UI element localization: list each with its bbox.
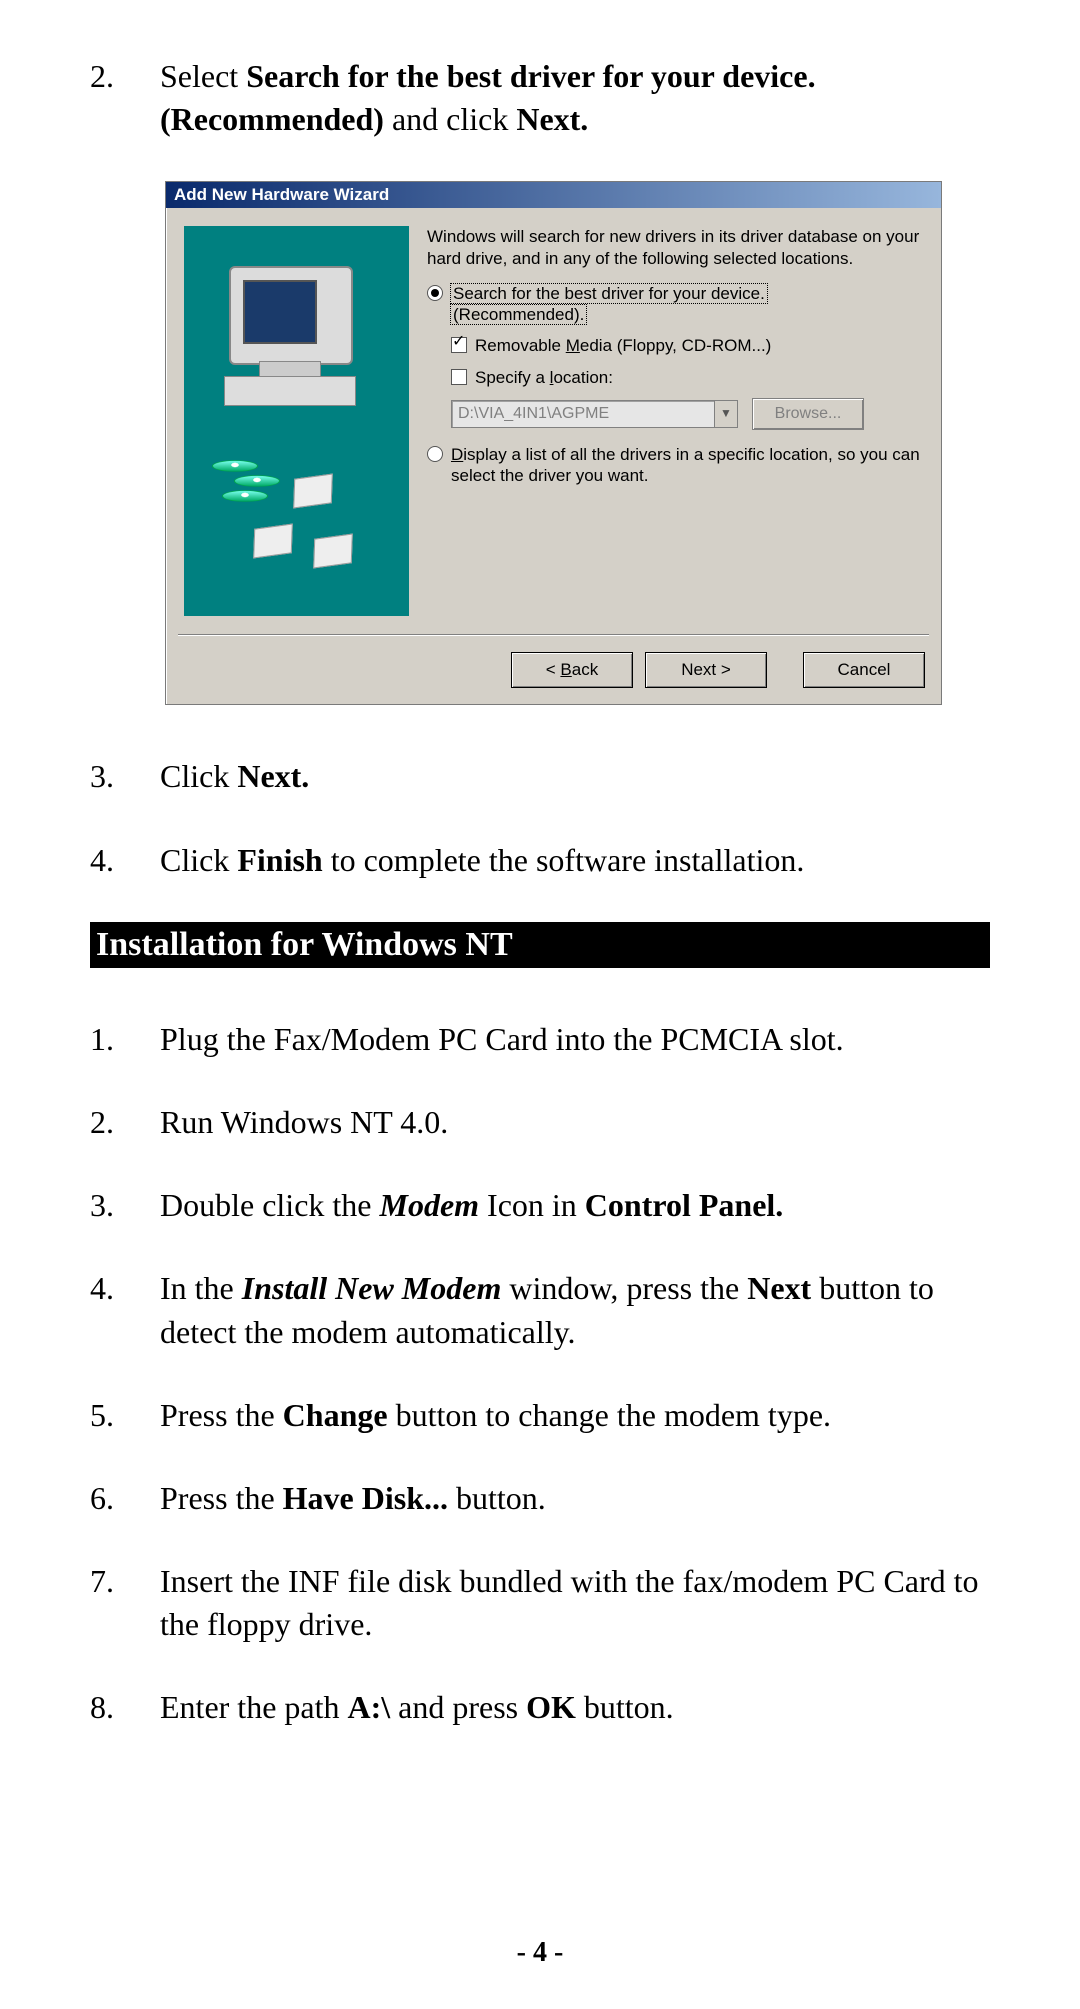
radio-label: Search for the best driver for your devi… bbox=[451, 283, 767, 326]
monitor-icon bbox=[229, 266, 353, 365]
cd-icon bbox=[234, 476, 280, 487]
list-item: 8.Enter the path A:\ and press OK button… bbox=[90, 1686, 990, 1729]
radio-icon bbox=[427, 285, 443, 301]
list-number: 4. bbox=[90, 1267, 160, 1353]
dialog-body: Windows will search for new drivers in i… bbox=[166, 208, 941, 634]
radio-label-line1: Search for the best driver for your devi… bbox=[451, 284, 767, 303]
floppy-icon bbox=[253, 524, 293, 559]
wizard-intro-text: Windows will search for new drivers in i… bbox=[427, 226, 923, 269]
list-text: Select Search for the best driver for yo… bbox=[160, 55, 990, 141]
cancel-button[interactable]: Cancel bbox=[803, 652, 925, 688]
list-number: 3. bbox=[90, 1184, 160, 1227]
list-text: Insert the INF file disk bundled with th… bbox=[160, 1560, 990, 1646]
location-path-row: D:\VIA_4IN1\AGPME ▼ Browse... bbox=[451, 398, 923, 430]
list-text: In the Install New Modem window, press t… bbox=[160, 1267, 990, 1353]
radio-label: Display a list of all the drivers in a s… bbox=[451, 444, 923, 487]
location-path-input[interactable]: D:\VIA_4IN1\AGPME bbox=[451, 400, 715, 428]
list-number: 6. bbox=[90, 1477, 160, 1520]
radio-display-list[interactable]: Display a list of all the drivers in a s… bbox=[427, 444, 923, 487]
path-dropdown-button[interactable]: ▼ bbox=[715, 400, 738, 428]
list-number: 7. bbox=[90, 1560, 160, 1646]
list-text: Double click the Modem Icon in Control P… bbox=[160, 1184, 990, 1227]
list-item: 3. Click Next. bbox=[90, 755, 990, 798]
cd-icon bbox=[222, 491, 268, 502]
radio-search-best-driver[interactable]: Search for the best driver for your devi… bbox=[427, 283, 923, 326]
list-text: Run Windows NT 4.0. bbox=[160, 1101, 990, 1144]
location-path-value: D:\VIA_4IN1\AGPME bbox=[458, 404, 609, 424]
dialog-title-bar: Add New Hardware Wizard bbox=[166, 182, 941, 208]
list-text: Click Next. bbox=[160, 755, 990, 798]
browse-button[interactable]: Browse... bbox=[752, 398, 864, 430]
list-item: 4.In the Install New Modem window, press… bbox=[90, 1267, 990, 1353]
list-item: 2.Run Windows NT 4.0. bbox=[90, 1101, 990, 1144]
checkbox-icon bbox=[451, 369, 467, 385]
next-button[interactable]: Next > bbox=[645, 652, 767, 688]
wizard-dialog: Add New Hardware Wizard Windows will sea… bbox=[165, 181, 942, 705]
list-item: 1.Plug the Fax/Modem PC Card into the PC… bbox=[90, 1018, 990, 1061]
wizard-illustration-panel bbox=[184, 226, 409, 616]
checkbox-label: Specify a location: bbox=[475, 367, 613, 388]
list-number: 8. bbox=[90, 1686, 160, 1729]
list-text: Press the Have Disk... button. bbox=[160, 1477, 990, 1520]
floppy-icon bbox=[293, 474, 333, 509]
list-number: 1. bbox=[90, 1018, 160, 1061]
next-button-label: Next > bbox=[681, 660, 731, 680]
list-number: 5. bbox=[90, 1394, 160, 1437]
nt-steps-list: 1.Plug the Fax/Modem PC Card into the PC… bbox=[90, 1018, 990, 1730]
monitor-base-icon bbox=[259, 361, 321, 377]
computer-illustration bbox=[184, 226, 409, 616]
back-button[interactable]: < Back bbox=[511, 652, 633, 688]
radio-icon bbox=[427, 446, 443, 462]
cancel-button-label: Cancel bbox=[838, 660, 891, 680]
radio-label-line2: (Recommended). bbox=[451, 305, 586, 324]
computer-base-icon bbox=[224, 376, 356, 406]
list-item: 4. Click Finish to complete the software… bbox=[90, 839, 990, 882]
checkbox-icon bbox=[451, 337, 467, 353]
floppy-icon bbox=[313, 534, 353, 569]
list-number: 2. bbox=[90, 55, 160, 141]
page-number: - 4 - bbox=[0, 1937, 1080, 1969]
checkbox-label: Removable Media (Floppy, CD-ROM...) bbox=[475, 335, 771, 356]
list-item: 7.Insert the INF file disk bundled with … bbox=[90, 1560, 990, 1646]
list-number: 3. bbox=[90, 755, 160, 798]
list-item: 3.Double click the Modem Icon in Control… bbox=[90, 1184, 990, 1227]
dialog-footer: < Back Next > Cancel bbox=[166, 636, 941, 704]
list-text: Click Finish to complete the software in… bbox=[160, 839, 990, 882]
browse-button-label: Browse... bbox=[775, 404, 842, 424]
list-number: 2. bbox=[90, 1101, 160, 1144]
dialog-content: Windows will search for new drivers in i… bbox=[409, 226, 923, 616]
back-button-label: < Back bbox=[546, 660, 598, 680]
cd-icon bbox=[212, 461, 258, 472]
checkbox-specify-location[interactable]: Specify a location: bbox=[451, 367, 923, 388]
chevron-down-icon: ▼ bbox=[720, 406, 732, 421]
list-item: 2. Select Search for the best driver for… bbox=[90, 55, 990, 141]
list-text: Plug the Fax/Modem PC Card into the PCMC… bbox=[160, 1018, 990, 1061]
checkbox-removable-media[interactable]: Removable Media (Floppy, CD-ROM...) bbox=[451, 335, 923, 356]
list-number: 4. bbox=[90, 839, 160, 882]
list-text: Enter the path A:\ and press OK button. bbox=[160, 1686, 990, 1729]
list-text: Press the Change button to change the mo… bbox=[160, 1394, 990, 1437]
list-item: 6.Press the Have Disk... button. bbox=[90, 1477, 990, 1520]
section-heading: Installation for Windows NT bbox=[90, 922, 990, 968]
document-page: 2. Select Search for the best driver for… bbox=[0, 0, 1080, 2009]
list-item: 5.Press the Change button to change the … bbox=[90, 1394, 990, 1437]
